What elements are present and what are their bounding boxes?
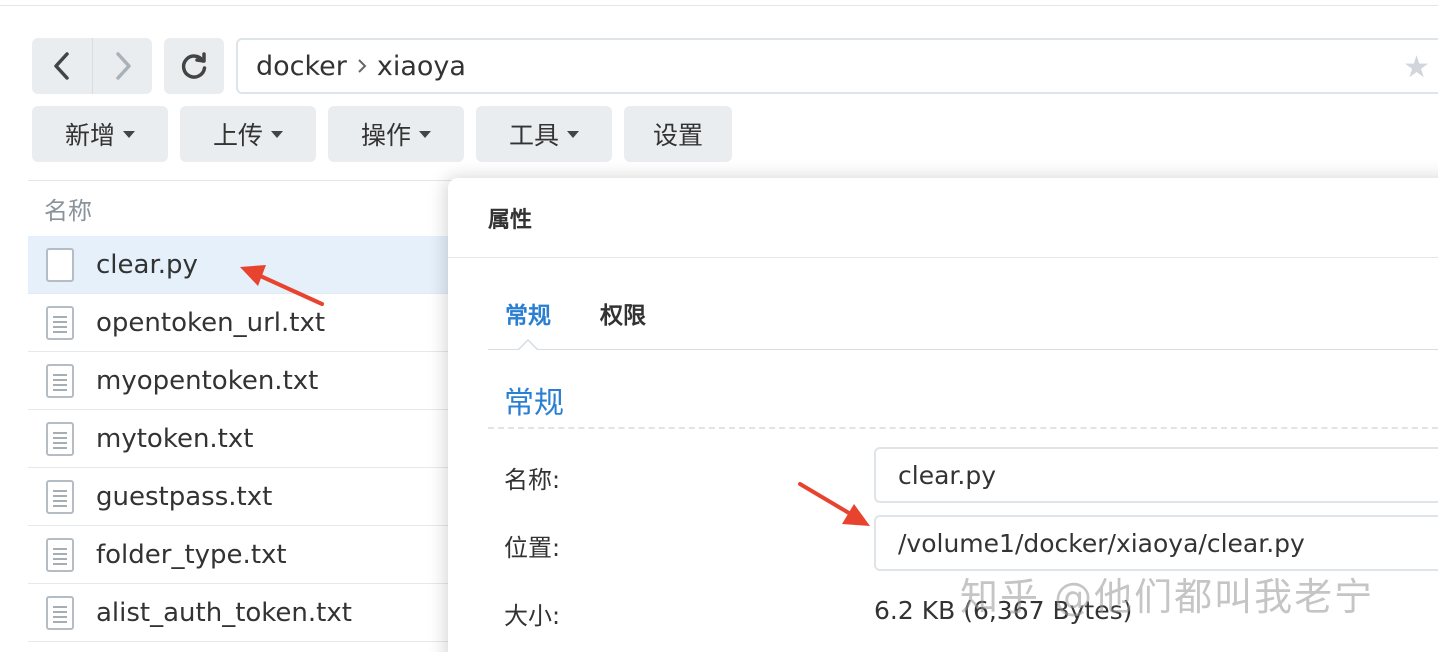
chevron-right-icon [115, 52, 131, 80]
text-file-icon [46, 363, 74, 398]
caret-down-icon [419, 130, 431, 138]
name-field[interactable]: clear.py [874, 447, 1438, 503]
file-name: folder_type.txt [96, 539, 287, 570]
file-name: clear.py [96, 249, 198, 280]
action-button[interactable]: 操作 [328, 106, 464, 162]
tab-general[interactable]: 常规 [505, 296, 551, 330]
star-icon[interactable]: ★ [1403, 50, 1430, 85]
address-bar[interactable]: docker xiaoya ★ [236, 38, 1438, 94]
annotation-arrow-icon [798, 482, 870, 526]
active-tab-indicator-icon [518, 339, 538, 351]
text-file-icon [46, 537, 74, 572]
settings-button-label: 设置 [652, 121, 703, 150]
breadcrumb-separator-icon [357, 58, 367, 74]
refresh-button[interactable] [164, 38, 224, 94]
breadcrumb-docker[interactable]: docker [256, 51, 347, 82]
file-name: opentoken_url.txt [96, 307, 326, 338]
caret-down-icon [123, 130, 135, 138]
size-label: 大小: [504, 602, 561, 630]
tools-button-label: 工具 [508, 121, 559, 150]
file-name: guestpass.txt [96, 481, 273, 512]
file-row[interactable]: mytoken.txt [28, 410, 468, 468]
file-row[interactable]: guestpass.txt [28, 468, 468, 526]
refresh-icon [181, 52, 207, 79]
location-label: 位置: [504, 534, 561, 562]
file-name: myopentoken.txt [96, 365, 319, 396]
column-header-name[interactable]: 名称 [28, 180, 468, 236]
action-button-label: 操作 [360, 121, 411, 150]
new-button-label: 新增 [64, 121, 115, 150]
annotation-arrow-icon [240, 265, 324, 306]
section-title: 常规 [504, 386, 564, 421]
forward-button[interactable] [92, 38, 152, 94]
column-header-label: 名称 [44, 197, 92, 225]
location-field[interactable]: /volume1/docker/xiaoya/clear.py [874, 515, 1438, 571]
top-divider [0, 5, 1438, 6]
file-name: alist_auth_token.txt [96, 597, 352, 628]
text-file-icon [46, 479, 74, 514]
file-row[interactable]: folder_type.txt [28, 526, 468, 584]
upload-button[interactable]: 上传 [180, 106, 316, 162]
settings-button[interactable]: 设置 [624, 106, 732, 162]
section-divider [488, 427, 1438, 429]
chevron-left-icon [54, 52, 69, 80]
text-file-icon [46, 595, 74, 630]
text-file-icon [46, 421, 74, 456]
caret-down-icon [271, 130, 283, 138]
file-name: mytoken.txt [96, 423, 254, 454]
watermark: 知乎 @他们都叫我老宁 [960, 575, 1375, 619]
toolbar: 新增 上传 操作 工具 设置 [32, 106, 732, 162]
file-row[interactable]: myopentoken.txt [28, 352, 468, 410]
dialog-title: 属性 [448, 178, 1438, 258]
dialog-tabs: 常规 权限 [488, 288, 1438, 351]
name-field-value: clear.py [898, 460, 996, 490]
breadcrumb-xiaoya[interactable]: xiaoya [377, 51, 466, 82]
file-row[interactable]: alist_auth_token.txt [28, 584, 468, 642]
nav-button-group [32, 38, 152, 94]
dialog-title-text: 属性 [488, 207, 533, 233]
location-field-value: /volume1/docker/xiaoya/clear.py [898, 528, 1305, 558]
file-icon [46, 247, 74, 282]
tab-permissions[interactable]: 权限 [600, 296, 646, 330]
text-file-icon [46, 305, 74, 340]
upload-button-label: 上传 [212, 121, 263, 150]
tools-button[interactable]: 工具 [476, 106, 612, 162]
name-label: 名称: [504, 466, 561, 494]
caret-down-icon [567, 130, 579, 138]
back-button[interactable] [32, 38, 92, 94]
new-button[interactable]: 新增 [32, 106, 168, 162]
